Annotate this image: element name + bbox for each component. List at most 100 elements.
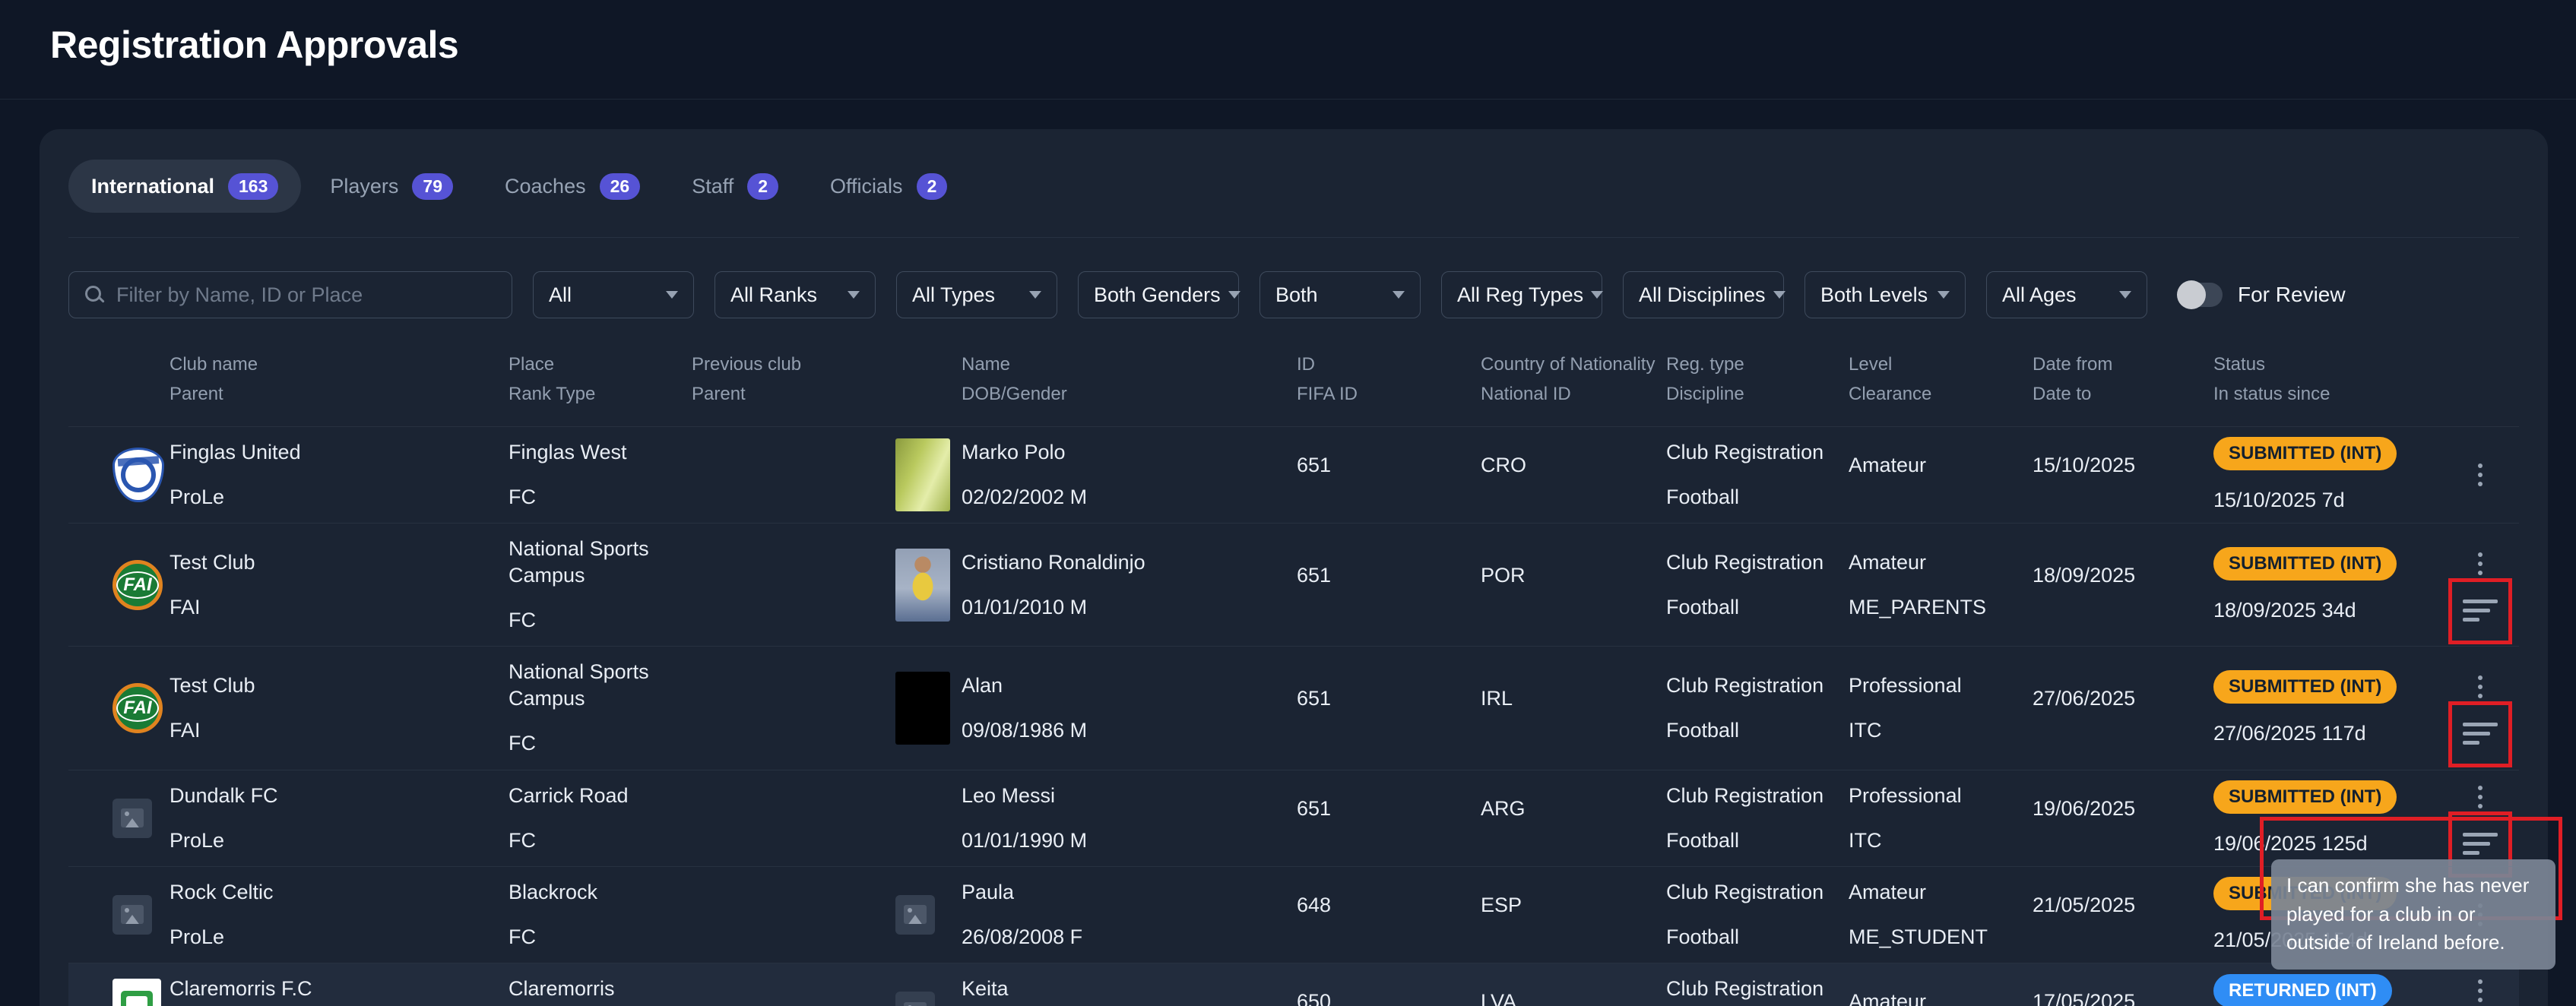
table-row[interactable]: FAITest ClubFAINational Sports CampusFCC…: [68, 523, 2519, 646]
filter-dropdown-both-levels[interactable]: Both Levels: [1804, 271, 1966, 318]
tab-coaches[interactable]: Coaches26: [482, 160, 663, 213]
table-row[interactable]: Rock CelticProLeBlackrockFCPaula26/08/20…: [68, 866, 2519, 963]
tab-count-badge: 2: [917, 173, 948, 200]
filter-dropdown-both-genders[interactable]: Both Genders: [1078, 271, 1239, 318]
level-cell: Amateur: [1849, 976, 2033, 1006]
column-header-line2: Clearance: [1849, 384, 2033, 404]
reg-type-cell: Club RegistrationFootball: [1666, 537, 1849, 633]
country-cell: ARG: [1481, 783, 1666, 853]
notes-icon-button[interactable]: [2463, 599, 2498, 622]
column-header-line1: ID: [1297, 355, 1481, 375]
previous-club-cell: [692, 454, 895, 496]
club-logo-cell: [112, 799, 170, 838]
level-cell-line1: Professional: [1849, 672, 2025, 699]
row-menu-button[interactable]: [2473, 459, 2487, 491]
club-cell: Rock CelticProLe: [170, 867, 509, 963]
name-cell-line1: Paula: [962, 879, 1289, 906]
for-review-toggle[interactable]: [2178, 283, 2223, 307]
filter-dropdown-all-types[interactable]: All Types: [896, 271, 1057, 318]
notes-icon-button[interactable]: [2463, 723, 2498, 745]
reg-type-cell: Club RegistrationFootball: [1666, 770, 1849, 866]
name-cell-line2: 09/08/1986 M: [962, 717, 1289, 744]
name-cell: Keita19/07/2012 F: [962, 963, 1297, 1006]
name-cell: Marko Polo02/02/2002 M: [962, 427, 1297, 523]
image-placeholder-icon: [112, 799, 152, 838]
tab-bar: International163Players79Coaches26Staff2…: [68, 160, 2519, 213]
country-cell-line1: IRL: [1481, 685, 1659, 712]
player-photo-cell: [895, 438, 962, 511]
notes-wrap: [2463, 833, 2498, 855]
country-cell-line1: ARG: [1481, 796, 1659, 822]
column-header-line2: Parent: [170, 384, 509, 404]
search-box[interactable]: [68, 271, 512, 318]
club-cell-line1: Claremorris F.C: [170, 976, 501, 1002]
date-cell-line1: 27/06/2025: [2033, 685, 2206, 712]
club-cell-line1: Test Club: [170, 672, 501, 699]
club-cell: Test ClubFAI: [170, 537, 509, 633]
level-cell-line1: Amateur: [1849, 989, 2025, 1006]
reg-type-cell-line2: Football: [1666, 484, 1841, 511]
tab-players[interactable]: Players79: [307, 160, 476, 213]
id-cell: 650: [1297, 976, 1481, 1006]
tab-officials[interactable]: Officials2: [807, 160, 970, 213]
fai-text: FAI: [116, 694, 158, 722]
table-row[interactable]: FAITest ClubFAINational Sports CampusFCA…: [68, 646, 2519, 769]
reg-type-cell-line2: Football: [1666, 827, 1841, 854]
tab-staff[interactable]: Staff2: [669, 160, 801, 213]
row-menu-button[interactable]: [2473, 548, 2487, 580]
date-cell-line1: 19/06/2025: [2033, 796, 2206, 822]
filter-dropdown-both[interactable]: Both: [1259, 271, 1421, 318]
column-header-line2: Date to: [2033, 384, 2213, 404]
filter-dropdown-all-reg-types[interactable]: All Reg Types: [1441, 271, 1602, 318]
filter-dropdown-all-ranks[interactable]: All Ranks: [714, 271, 876, 318]
player-photo: [895, 672, 950, 745]
id-cell: 651: [1297, 673, 1481, 742]
filter-dropdown-all-disciplines[interactable]: All Disciplines: [1623, 271, 1784, 318]
reg-type-cell-line1: Club Registration: [1666, 976, 1841, 1002]
country-cell-line1: ESP: [1481, 892, 1659, 919]
id-cell-line1: 651: [1297, 562, 1473, 589]
tab-count-badge: 26: [600, 173, 641, 200]
name-cell: Leo Messi01/01/1990 M: [962, 770, 1297, 866]
id-cell: 651: [1297, 783, 1481, 853]
row-menu-button[interactable]: [2473, 975, 2487, 1006]
filter-dropdown-all-ages[interactable]: All Ages: [1986, 271, 2147, 318]
table-row[interactable]: Finglas UnitedProLeFinglas WestFCMarko P…: [68, 426, 2519, 523]
dropdown-value: All Disciplines: [1639, 283, 1766, 307]
place-cell-line2: FC: [509, 827, 684, 854]
row-menu-button[interactable]: [2473, 781, 2487, 813]
filter-dropdown-all[interactable]: All: [533, 271, 694, 318]
tab-international[interactable]: International163: [68, 160, 301, 213]
table-header: Club nameParentPlaceRank TypePrevious cl…: [68, 355, 2519, 426]
date-cell-line1: 17/05/2025: [2033, 989, 2206, 1006]
table-row[interactable]: Dundalk FCProLeCarrick RoadFCLeo Messi01…: [68, 770, 2519, 866]
search-input[interactable]: [116, 283, 496, 307]
for-review-toggle-wrap: For Review: [2178, 283, 2346, 307]
country-cell: ESP: [1481, 880, 1666, 949]
club-logo-cell: [112, 895, 170, 935]
tab-label: International: [91, 175, 214, 198]
level-cell: Amateur: [1849, 440, 2033, 509]
previous-club-cell: [692, 990, 895, 1006]
level-cell-line1: Amateur: [1849, 879, 2025, 906]
tab-label: Players: [330, 175, 398, 198]
row-menu-button[interactable]: [2473, 671, 2487, 703]
row-actions: [2441, 427, 2519, 523]
chevron-down-icon: [1591, 291, 1603, 299]
notes-icon-button[interactable]: [2463, 833, 2498, 855]
club-logo-cell: [112, 448, 170, 502]
column-header-line1: Reg. type: [1666, 355, 1849, 375]
club-logo-cell: FAI: [112, 560, 170, 610]
table-body: Finglas UnitedProLeFinglas WestFCMarko P…: [68, 426, 2519, 1006]
column-header-line1: Date from: [2033, 355, 2213, 375]
place-cell-line1: Carrick Road: [509, 783, 684, 809]
column-header: Country of NationalityNational ID: [1481, 355, 1666, 405]
club-cell: Test ClubFAI: [170, 660, 509, 756]
table-row[interactable]: Claremorris F.CProCoClaremorrisFCKeita19…: [68, 963, 2519, 1006]
level-cell: ProfessionalITC: [1849, 770, 2033, 866]
column-header-line2: DOB/Gender: [962, 384, 1297, 404]
dropdown-value: All Types: [912, 283, 995, 307]
dropdown-value: All Reg Types: [1457, 283, 1583, 307]
notes-wrap: [2463, 723, 2498, 745]
header-spacer: [112, 355, 170, 405]
